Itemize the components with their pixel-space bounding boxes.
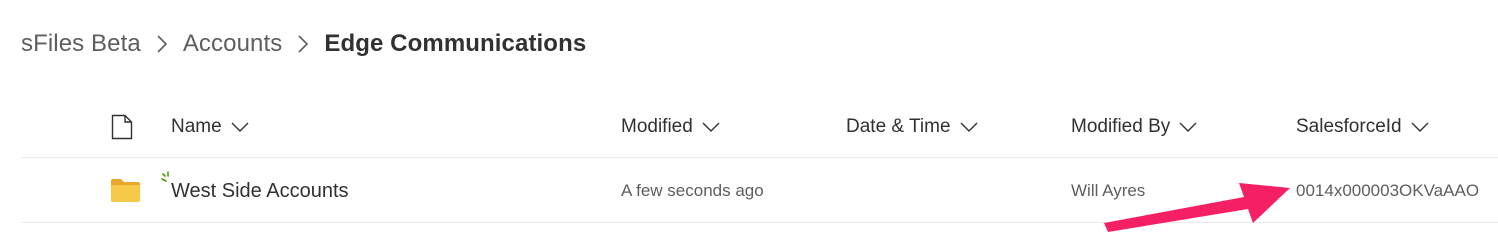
list-header-row: Name Modified Date & Time Modified By Sa [21, 96, 1498, 158]
chevron-down-icon [1179, 122, 1197, 132]
chevron-right-icon [141, 26, 183, 62]
chevron-down-icon [231, 122, 249, 132]
column-header-salesforce-id-label: SalesforceId [1296, 116, 1402, 137]
breadcrumb-item-sfiles-beta[interactable]: sFiles Beta [21, 30, 141, 58]
column-header-name[interactable]: Name [171, 96, 249, 158]
column-header-modified[interactable]: Modified [621, 96, 720, 158]
column-header-modified-by[interactable]: Modified By [1071, 96, 1197, 158]
column-header-date-time-label: Date & Time [846, 116, 951, 137]
column-header-modified-label: Modified [621, 116, 693, 137]
column-header-date-time[interactable]: Date & Time [846, 96, 978, 158]
breadcrumb-item-accounts[interactable]: Accounts [183, 30, 283, 58]
document-icon[interactable] [111, 114, 133, 140]
chevron-down-icon [960, 122, 978, 132]
column-header-modified-by-label: Modified By [1071, 116, 1171, 137]
column-header-name-label: Name [171, 116, 222, 137]
breadcrumb: sFiles Beta Accounts Edge Communications [21, 26, 586, 62]
row-modified: A few seconds ago [621, 181, 764, 200]
chevron-down-icon [1411, 122, 1429, 132]
chevron-down-icon [702, 122, 720, 132]
column-header-salesforce-id[interactable]: SalesforceId [1296, 96, 1429, 158]
chevron-right-icon [282, 26, 324, 62]
document-library-view: sFiles Beta Accounts Edge Communications… [0, 0, 1498, 245]
row-salesforce-id: 0014x000003OKVaAAO [1296, 181, 1480, 200]
table-row[interactable]: West Side Accounts A few seconds ago Wil… [21, 159, 1498, 223]
row-name-link[interactable]: West Side Accounts [171, 159, 349, 223]
folder-icon [110, 178, 141, 203]
breadcrumb-current: Edge Communications [324, 30, 587, 57]
row-modified-by: Will Ayres [1071, 181, 1146, 200]
